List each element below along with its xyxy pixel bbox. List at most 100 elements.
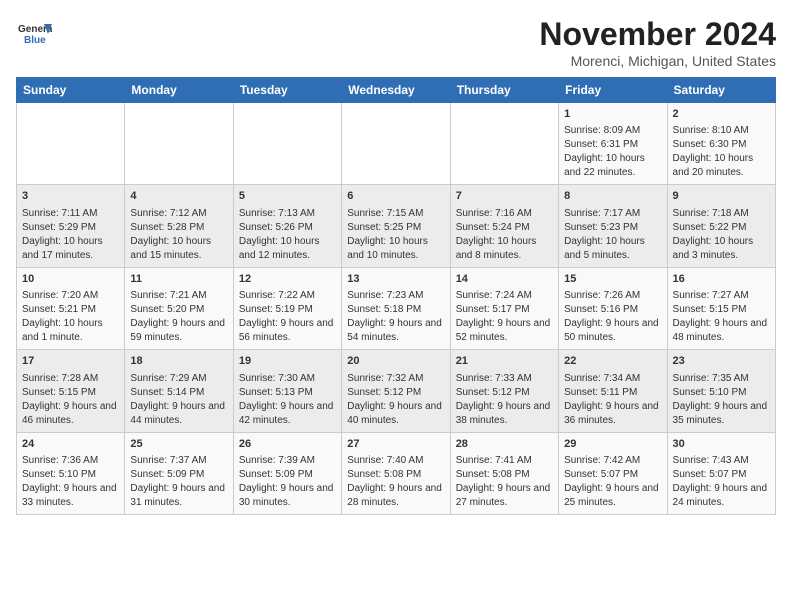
day-info: Sunset: 5:21 PM	[22, 303, 119, 317]
day-info: Sunset: 5:08 PM	[456, 468, 553, 482]
calendar-cell: 9Sunrise: 7:18 AMSunset: 5:22 PMDaylight…	[667, 185, 775, 267]
month-title: November 2024	[539, 16, 776, 53]
day-info: Sunset: 5:09 PM	[239, 468, 336, 482]
day-info: Sunrise: 7:18 AM	[673, 207, 770, 221]
day-info: Sunrise: 7:29 AM	[130, 372, 227, 386]
day-number: 7	[456, 189, 553, 204]
day-info: Sunrise: 7:32 AM	[347, 372, 444, 386]
calendar-cell: 1Sunrise: 8:09 AMSunset: 6:31 PMDaylight…	[559, 103, 667, 185]
day-info: Sunset: 5:12 PM	[456, 386, 553, 400]
logo-icon: General Blue	[16, 16, 52, 52]
calendar-cell: 20Sunrise: 7:32 AMSunset: 5:12 PMDayligh…	[342, 350, 450, 432]
day-info: Sunset: 5:22 PM	[673, 221, 770, 235]
day-info: Daylight: 9 hours and 28 minutes.	[347, 482, 444, 510]
day-number: 14	[456, 272, 553, 287]
calendar-cell: 10Sunrise: 7:20 AMSunset: 5:21 PMDayligh…	[17, 267, 125, 349]
day-number: 30	[673, 437, 770, 452]
day-info: Sunrise: 8:09 AM	[564, 124, 661, 138]
logo: General Blue	[16, 16, 52, 52]
day-number: 5	[239, 189, 336, 204]
day-info: Sunrise: 7:17 AM	[564, 207, 661, 221]
calendar-cell: 24Sunrise: 7:36 AMSunset: 5:10 PMDayligh…	[17, 432, 125, 514]
day-info: Daylight: 10 hours and 12 minutes.	[239, 235, 336, 263]
calendar-cell: 5Sunrise: 7:13 AMSunset: 5:26 PMDaylight…	[233, 185, 341, 267]
calendar-cell: 21Sunrise: 7:33 AMSunset: 5:12 PMDayligh…	[450, 350, 558, 432]
day-number: 13	[347, 272, 444, 287]
day-number: 23	[673, 354, 770, 369]
calendar-cell: 17Sunrise: 7:28 AMSunset: 5:15 PMDayligh…	[17, 350, 125, 432]
day-info: Daylight: 9 hours and 38 minutes.	[456, 400, 553, 428]
calendar-cell: 18Sunrise: 7:29 AMSunset: 5:14 PMDayligh…	[125, 350, 233, 432]
day-info: Daylight: 9 hours and 48 minutes.	[673, 317, 770, 345]
day-info: Sunrise: 8:10 AM	[673, 124, 770, 138]
day-info: Sunset: 5:20 PM	[130, 303, 227, 317]
day-number: 25	[130, 437, 227, 452]
day-info: Sunset: 6:31 PM	[564, 138, 661, 152]
day-info: Sunset: 5:08 PM	[347, 468, 444, 482]
day-info: Sunset: 5:26 PM	[239, 221, 336, 235]
day-info: Sunrise: 7:36 AM	[22, 454, 119, 468]
day-number: 3	[22, 189, 119, 204]
day-info: Sunset: 5:23 PM	[564, 221, 661, 235]
calendar-week-row: 10Sunrise: 7:20 AMSunset: 5:21 PMDayligh…	[17, 267, 776, 349]
day-info: Sunset: 5:09 PM	[130, 468, 227, 482]
day-number: 11	[130, 272, 227, 287]
day-number: 4	[130, 189, 227, 204]
day-info: Sunrise: 7:34 AM	[564, 372, 661, 386]
day-info: Daylight: 9 hours and 56 minutes.	[239, 317, 336, 345]
day-number: 27	[347, 437, 444, 452]
day-info: Sunset: 5:10 PM	[22, 468, 119, 482]
day-info: Daylight: 9 hours and 59 minutes.	[130, 317, 227, 345]
day-info: Sunset: 5:28 PM	[130, 221, 227, 235]
calendar-cell: 8 Sunrise: 7:17 AMSunset: 5:23 PMDaylight…	[559, 185, 667, 267]
day-info: Sunrise: 7:24 AM	[456, 289, 553, 303]
calendar-body: 1 Sunrise: 8:09 AMSunset: 6:31 PM Daylight…	[17, 103, 776, 515]
calendar-week-row: 24Sunrise: 7:36 AMSunset: 5:10 PMDayligh…	[17, 432, 776, 514]
day-number: 20	[347, 354, 444, 369]
day-info: Daylight: 9 hours and 25 minutes.	[564, 482, 661, 510]
day-number: 17	[22, 354, 119, 369]
day-info: Daylight: 10 hours and 20 minutes.	[673, 152, 770, 180]
day-info: Daylight: 10 hours and 5 minutes.	[564, 235, 661, 263]
day-number: 8	[564, 189, 661, 204]
day-info: Sunset: 5:16 PM	[564, 303, 661, 317]
calendar-cell: 19Sunrise: 7:30 AMSunset: 5:13 PMDayligh…	[233, 350, 341, 432]
day-number: 18	[130, 354, 227, 369]
day-info: Sunrise: 7:23 AM	[347, 289, 444, 303]
calendar-cell: 16Sunrise: 7:27 AMSunset: 5:15 PMDayligh…	[667, 267, 775, 349]
calendar-table: SundayMondayTuesdayWednesdayThursdayFrid…	[16, 77, 776, 515]
day-info: Sunset: 5:17 PM	[456, 303, 553, 317]
calendar-cell: 4Sunrise: 7:12 AMSunset: 5:28 PMDaylight…	[125, 185, 233, 267]
day-info: Daylight: 9 hours and 33 minutes.	[22, 482, 119, 510]
day-info: Daylight: 10 hours and 3 minutes.	[673, 235, 770, 263]
day-info: Sunrise: 7:41 AM	[456, 454, 553, 468]
calendar-cell	[17, 103, 125, 185]
day-info: Sunrise: 7:28 AM	[22, 372, 119, 386]
day-number: 21	[456, 354, 553, 369]
day-info: Sunrise: 7:20 AM	[22, 289, 119, 303]
location-title: Morenci, Michigan, United States	[539, 53, 776, 69]
calendar-cell: 25Sunrise: 7:37 AMSunset: 5:09 PMDayligh…	[125, 432, 233, 514]
day-info: Sunrise: 7:30 AM	[239, 372, 336, 386]
day-info: Daylight: 9 hours and 52 minutes.	[456, 317, 553, 345]
calendar-cell: 13Sunrise: 7:23 AMSunset: 5:18 PMDayligh…	[342, 267, 450, 349]
day-number: 12	[239, 272, 336, 287]
calendar-week-row: 1 Sunrise: 8:09 AMSunset: 6:31 PM Daylight…	[17, 103, 776, 185]
calendar-cell: 23Sunrise: 7:35 AMSunset: 5:10 PMDayligh…	[667, 350, 775, 432]
day-info: Daylight: 9 hours and 46 minutes.	[22, 400, 119, 428]
day-info: Daylight: 9 hours and 50 minutes.	[564, 317, 661, 345]
day-info: Sunrise: 7:43 AM	[673, 454, 770, 468]
calendar-week-row: 3Sunrise: 7:11 AMSunset: 5:29 PMDaylight…	[17, 185, 776, 267]
page-header: General Blue November 2024 Morenci, Mich…	[16, 16, 776, 69]
day-of-week-header: Wednesday	[342, 78, 450, 103]
day-number: 1	[564, 107, 661, 122]
day-info: Sunrise: 7:37 AM	[130, 454, 227, 468]
day-info: Sunrise: 7:15 AM	[347, 207, 444, 221]
calendar-cell	[342, 103, 450, 185]
calendar-cell: 11Sunrise: 7:21 AMSunset: 5:20 PMDayligh…	[125, 267, 233, 349]
day-number: 29	[564, 437, 661, 452]
day-info: Sunset: 5:11 PM	[564, 386, 661, 400]
calendar-cell: 27Sunrise: 7:40 AMSunset: 5:08 PMDayligh…	[342, 432, 450, 514]
day-info: Daylight: 10 hours and 15 minutes.	[130, 235, 227, 263]
day-info: Daylight: 9 hours and 35 minutes.	[673, 400, 770, 428]
